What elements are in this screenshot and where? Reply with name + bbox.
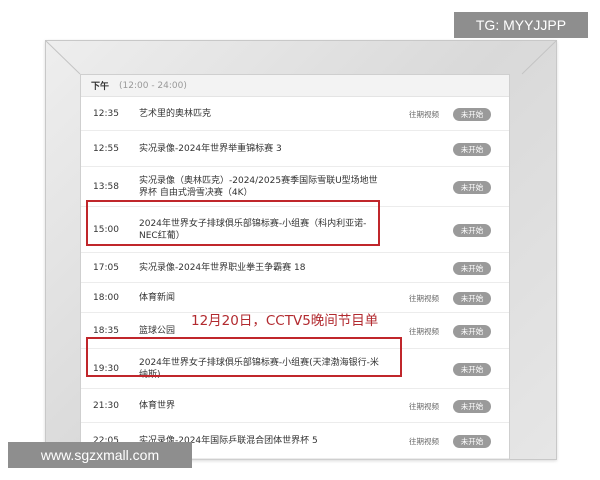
program-row[interactable]: 12:55 实况录像-2024年世界举重锦标赛 3 未开始: [81, 131, 509, 167]
section-label: 下午: [91, 82, 110, 92]
program-title[interactable]: 实况录像-2024年世界举重锦标赛 3: [139, 143, 379, 155]
replay-link[interactable]: 往期视频: [409, 109, 439, 120]
program-time: 12:55: [93, 144, 119, 154]
status-badge[interactable]: 未开始: [453, 291, 491, 305]
highlight-box: [86, 200, 380, 246]
program-row[interactable]: 12:35 艺术里的奥林匹克 往期视频 未开始: [81, 97, 509, 131]
annotation-text: 12月20日，CCTV5晚间节目单: [191, 313, 379, 329]
program-row[interactable]: 21:30 体育世界 往期视频 未开始: [81, 389, 509, 423]
program-row[interactable]: 17:05 实况录像-2024年世界职业拳王争霸赛 18 未开始: [81, 253, 509, 283]
program-title[interactable]: 实况录像（奥林匹克）-2024/2025赛季国际雪联U型场地世界杯 自由式滑雪决…: [139, 175, 379, 199]
status-badge[interactable]: 未开始: [453, 142, 491, 156]
program-title[interactable]: 体育世界: [139, 400, 379, 412]
program-title[interactable]: 体育新闻: [139, 292, 379, 304]
status-badge[interactable]: 未开始: [453, 223, 491, 237]
program-title[interactable]: 实况录像-2024年世界职业拳王争霸赛 18: [139, 262, 379, 274]
replay-link[interactable]: 往期视频: [409, 326, 439, 337]
status-badge[interactable]: 未开始: [453, 180, 491, 194]
watermark-top: TG: MYYJJPP: [454, 12, 588, 38]
program-time: 13:58: [93, 182, 119, 192]
watermark-bottom: www.sgzxmall.com: [8, 442, 192, 468]
status-badge[interactable]: 未开始: [453, 362, 491, 376]
status-badge[interactable]: 未开始: [453, 434, 491, 448]
highlight-box: [86, 337, 402, 377]
program-title[interactable]: 艺术里的奥林匹克: [139, 108, 379, 120]
program-time: 21:30: [93, 401, 119, 411]
program-time: 18:00: [93, 293, 119, 303]
section-time-range: (12:00 - 24:00): [119, 80, 187, 91]
replay-link[interactable]: 往期视频: [409, 293, 439, 304]
schedule-panel: 下午 (12:00 - 24:00) 12:35 艺术里的奥林匹克 往期视频 未…: [80, 74, 510, 460]
program-time: 17:05: [93, 263, 119, 273]
program-time: 18:35: [93, 326, 119, 336]
program-time: 12:35: [93, 109, 119, 119]
status-badge[interactable]: 未开始: [453, 324, 491, 338]
status-badge[interactable]: 未开始: [453, 261, 491, 275]
section-header: 下午 (12:00 - 24:00): [81, 75, 509, 97]
replay-link[interactable]: 往期视频: [409, 401, 439, 412]
replay-link[interactable]: 往期视频: [409, 436, 439, 447]
status-badge[interactable]: 未开始: [453, 107, 491, 121]
status-badge[interactable]: 未开始: [453, 399, 491, 413]
